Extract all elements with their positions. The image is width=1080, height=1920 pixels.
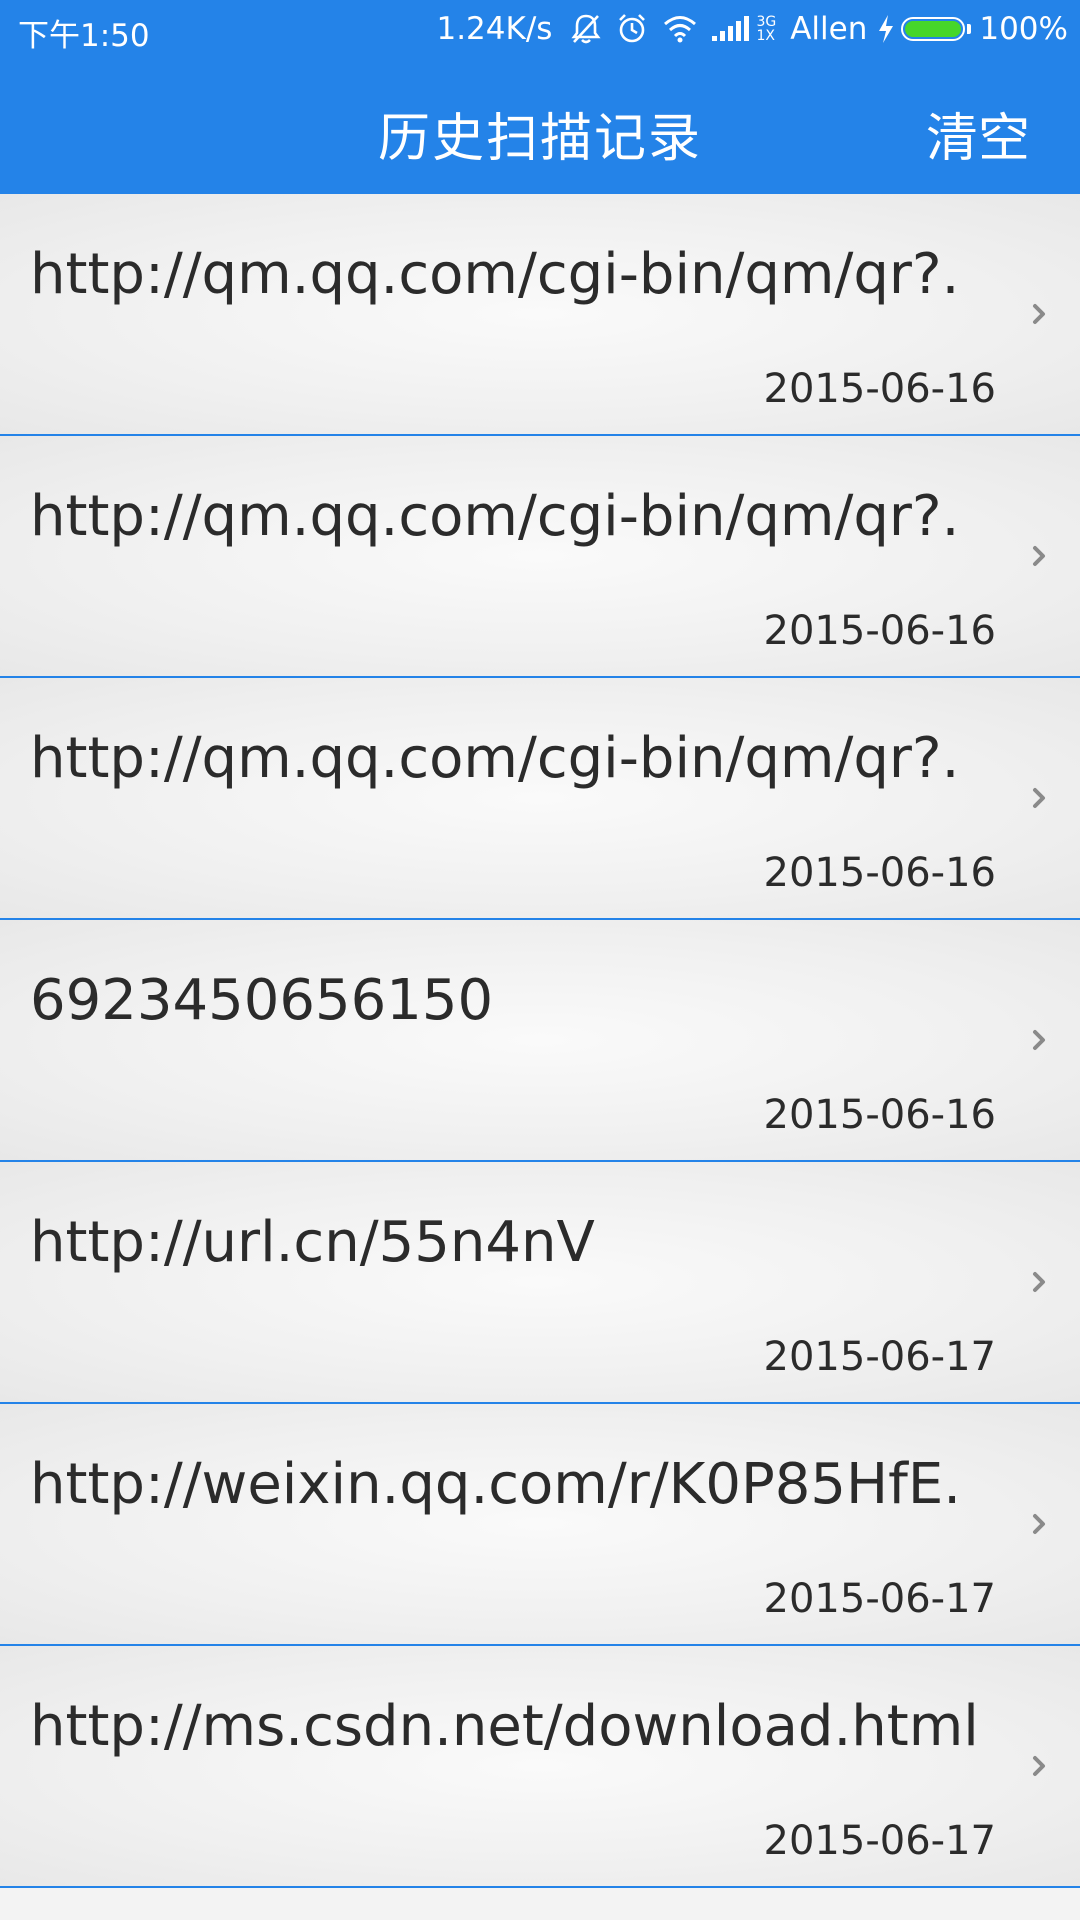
- app-header: 历史扫描记录 清空: [0, 58, 1080, 194]
- history-item[interactable]: http://qm.qq.com/cgi-bin/qm/qr?. 2015-06-…: [0, 436, 1080, 678]
- status-time: 下午1:50: [18, 18, 150, 54]
- history-item[interactable]: http://qm.qq.com/cgi-bin/qm/qr?. 2015-06-…: [0, 678, 1080, 920]
- network-speed: 1.24K/s: [436, 11, 553, 47]
- battery-percent: 100%: [979, 11, 1068, 47]
- chevron-right-icon: [1033, 788, 1045, 808]
- history-item[interactable]: http://ms.csdn.net/download.html 2015-06-…: [0, 1646, 1080, 1888]
- signal-icon: 3G 1X: [712, 14, 776, 44]
- history-item[interactable]: http://qm.qq.com/cgi-bin/qm/qr?. 2015-06-…: [0, 194, 1080, 436]
- carrier-name: Allen: [790, 11, 868, 47]
- history-item[interactable]: 6923450656150 2015-06-16: [0, 920, 1080, 1162]
- chevron-right-icon: [1033, 546, 1045, 566]
- network-type-label: 3G: [756, 14, 777, 30]
- history-item-content: http://weixin.qq.com/r/K0P85HfE.: [30, 1452, 961, 1517]
- history-item-content: http://ms.csdn.net/download.html: [30, 1694, 979, 1759]
- network-sub-label: 1X: [756, 28, 775, 44]
- history-item-date: 2015-06-16: [763, 366, 996, 412]
- history-item-date: 2015-06-16: [763, 608, 996, 654]
- mute-icon: [570, 12, 602, 46]
- clear-button[interactable]: 清空: [926, 96, 1030, 171]
- history-item-date: 2015-06-17: [763, 1334, 996, 1380]
- history-item[interactable]: http://url.cn/55n4nV 2015-06-17: [0, 1162, 1080, 1404]
- history-item-content: 6923450656150: [30, 968, 494, 1033]
- history-list: http://qm.qq.com/cgi-bin/qm/qr?. 2015-06-…: [0, 194, 1080, 1888]
- chevron-right-icon: [1033, 304, 1045, 324]
- charging-icon: [877, 14, 895, 44]
- history-item-content: http://qm.qq.com/cgi-bin/qm/qr?.: [30, 242, 960, 307]
- history-item-date: 2015-06-16: [763, 850, 996, 896]
- history-item[interactable]: http://weixin.qq.com/r/K0P85HfE. 2015-06-…: [0, 1404, 1080, 1646]
- chevron-right-icon: [1033, 1030, 1045, 1050]
- history-item-content: http://url.cn/55n4nV: [30, 1210, 595, 1275]
- history-item-date: 2015-06-16: [763, 1092, 996, 1138]
- status-bar: 下午1:50 1.24K/s 3G 1X Allen 100%: [0, 0, 1080, 58]
- page-title: 历史扫描记录: [377, 109, 702, 169]
- history-item-date: 2015-06-17: [763, 1576, 996, 1622]
- wifi-icon: [662, 14, 698, 44]
- chevron-right-icon: [1033, 1272, 1045, 1292]
- chevron-right-icon: [1033, 1514, 1045, 1534]
- alarm-icon: [616, 12, 648, 46]
- history-item-date: 2015-06-17: [763, 1818, 996, 1864]
- history-item-content: http://qm.qq.com/cgi-bin/qm/qr?.: [30, 726, 960, 791]
- history-item-content: http://qm.qq.com/cgi-bin/qm/qr?.: [30, 484, 960, 549]
- status-right-group: 1.24K/s 3G 1X Allen 100%: [436, 8, 1068, 50]
- battery-icon: [901, 17, 972, 41]
- chevron-right-icon: [1033, 1756, 1045, 1776]
